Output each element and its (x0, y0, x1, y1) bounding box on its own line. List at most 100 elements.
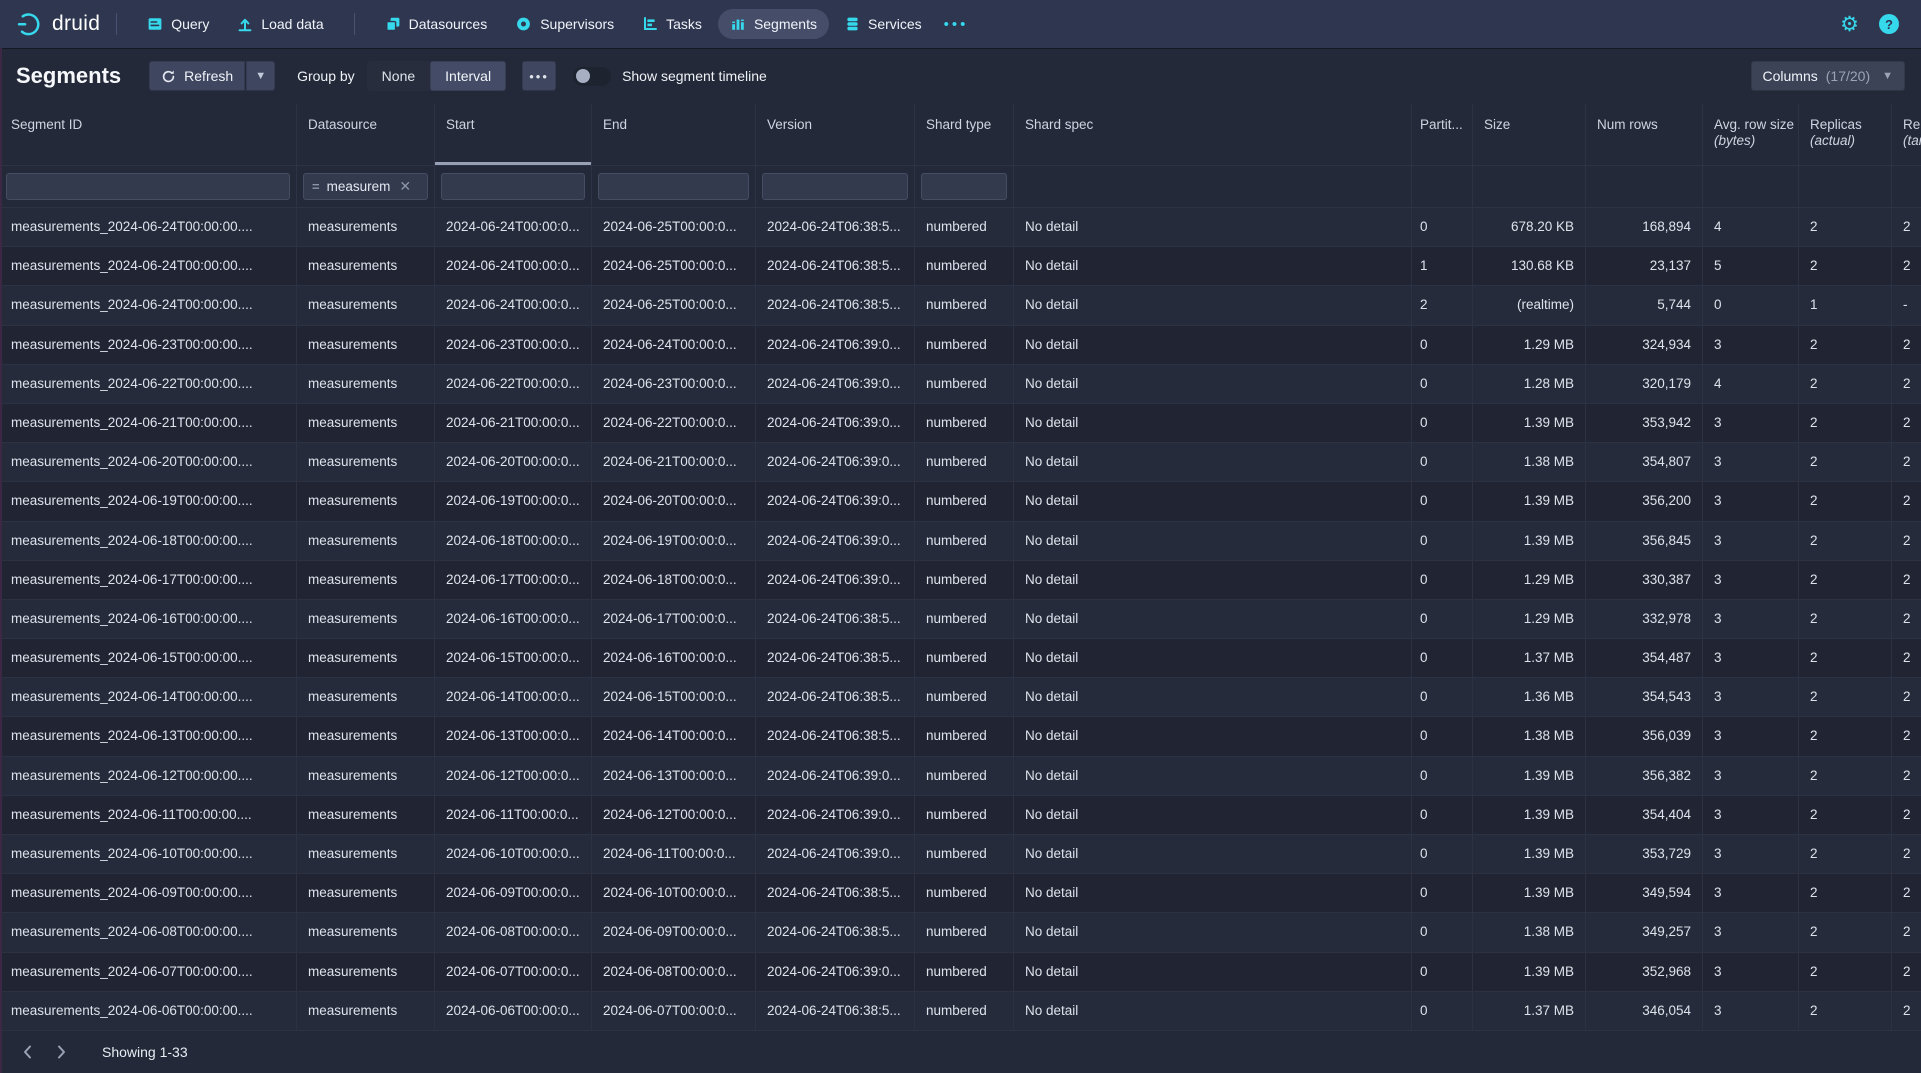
cell-version: 2024-06-24T06:38:5... (756, 913, 915, 952)
segments-table: Segment IDDatasourceStartEndVersionShard… (0, 104, 1921, 1031)
cell-avg_row_size: 3 (1703, 522, 1799, 561)
druid-brand[interactable]: druid (16, 11, 100, 38)
table-row[interactable]: measurements_2024-06-16T00:00:00....meas… (0, 600, 1921, 639)
group-by-interval-button[interactable]: Interval (430, 61, 506, 91)
filter-input-shard_type[interactable] (921, 173, 1007, 200)
column-header-start[interactable]: Start (435, 104, 592, 165)
cell-replicas: 2 (1799, 561, 1892, 600)
cell-shard_type: numbered (915, 482, 1014, 521)
cell-version: 2024-06-24T06:38:5... (756, 717, 915, 756)
cell-shard_type: numbered (915, 561, 1014, 600)
cell-num_rows: 346,054 (1586, 992, 1703, 1031)
nav-item-load-data[interactable]: Load data (225, 9, 335, 39)
cell-end: 2024-06-18T00:00:0... (592, 561, 756, 600)
table-row[interactable]: measurements_2024-06-08T00:00:00....meas… (0, 913, 1921, 952)
table-row[interactable]: measurements_2024-06-07T00:00:00....meas… (0, 953, 1921, 992)
next-page-button[interactable] (46, 1037, 76, 1067)
filter-input-version[interactable] (762, 173, 908, 200)
column-header-shard_spec[interactable]: Shard spec (1014, 104, 1412, 165)
column-header-num_rows[interactable]: Num rows (1586, 104, 1703, 165)
remove-filter-icon[interactable]: ✕ (399, 178, 411, 195)
table-row[interactable]: measurements_2024-06-24T00:00:00....meas… (0, 286, 1921, 325)
table-row[interactable]: measurements_2024-06-06T00:00:00....meas… (0, 992, 1921, 1031)
table-row[interactable]: measurements_2024-06-14T00:00:00....meas… (0, 678, 1921, 717)
filter-input-segment_id[interactable] (6, 173, 290, 200)
table-row[interactable]: measurements_2024-06-21T00:00:00....meas… (0, 404, 1921, 443)
nav-item-segments[interactable]: Segments (718, 9, 829, 39)
column-header-shard_type[interactable]: Shard type (915, 104, 1014, 165)
table-row[interactable]: measurements_2024-06-19T00:00:00....meas… (0, 482, 1921, 521)
cell-datasource: measurements (297, 874, 435, 913)
nav-item-supervisors[interactable]: Supervisors (503, 9, 626, 39)
column-header-segment_id[interactable]: Segment ID (0, 104, 297, 165)
cell-shard_type: numbered (915, 365, 1014, 404)
cell-start: 2024-06-14T00:00:0... (435, 678, 592, 717)
table-row[interactable]: measurements_2024-06-10T00:00:00....meas… (0, 835, 1921, 874)
cell-replicas: 2 (1799, 326, 1892, 365)
cell-avg_row_size: 3 (1703, 482, 1799, 521)
table-row[interactable]: measurements_2024-06-11T00:00:00....meas… (0, 796, 1921, 835)
cell-shard_spec: No detail (1014, 874, 1412, 913)
refresh-button[interactable]: Refresh (149, 61, 245, 91)
cell-end: 2024-06-14T00:00:0... (592, 717, 756, 756)
column-header-size[interactable]: Size (1473, 104, 1586, 165)
table-row[interactable]: measurements_2024-06-20T00:00:00....meas… (0, 443, 1921, 482)
table-row[interactable]: measurements_2024-06-12T00:00:00....meas… (0, 757, 1921, 796)
column-header-avg_row_size[interactable]: Avg. row size(bytes) (1703, 104, 1799, 165)
group-by-none-button[interactable]: None (367, 61, 430, 91)
filter-cell-partition (1412, 166, 1473, 207)
nav-more-menu[interactable]: ••• (936, 16, 977, 33)
cell-end: 2024-06-11T00:00:0... (592, 835, 756, 874)
cell-partition: 0 (1412, 208, 1473, 247)
cell-end: 2024-06-25T00:00:0... (592, 247, 756, 286)
cell-size: 1.28 MB (1473, 365, 1586, 404)
column-header-replicas[interactable]: Replicas(actual) (1799, 104, 1892, 165)
column-header-partition[interactable]: Partit... (1412, 104, 1473, 165)
cell-shard_type: numbered (915, 757, 1014, 796)
cell-num_rows: 330,387 (1586, 561, 1703, 600)
cell-segment_id: measurements_2024-06-17T00:00:00.... (0, 561, 297, 600)
segment-timeline-toggle[interactable] (573, 67, 611, 86)
table-row[interactable]: measurements_2024-06-18T00:00:00....meas… (0, 522, 1921, 561)
cell-segment_id: measurements_2024-06-14T00:00:00.... (0, 678, 297, 717)
refresh-interval-caret-button[interactable]: ▼ (246, 61, 275, 91)
nav-item-datasources[interactable]: Datasources (373, 9, 500, 39)
prev-page-button[interactable] (12, 1037, 42, 1067)
table-row[interactable]: measurements_2024-06-24T00:00:00....meas… (0, 208, 1921, 247)
filter-input-start[interactable] (441, 173, 585, 200)
cell-num_rows: 332,978 (1586, 600, 1703, 639)
column-header-end[interactable]: End (592, 104, 756, 165)
help-icon[interactable]: ? (1879, 14, 1899, 34)
columns-button[interactable]: Columns (17/20) ▼ (1751, 61, 1906, 91)
column-header-replication_factor[interactable]: Replication factor(target) (1892, 104, 1921, 165)
nav-item-label: Segments (754, 16, 817, 32)
more-options-button[interactable]: ••• (522, 61, 556, 91)
filter-input-datasource[interactable]: =measurem✕ (303, 173, 428, 200)
column-header-version[interactable]: Version (756, 104, 915, 165)
table-row[interactable]: measurements_2024-06-15T00:00:00....meas… (0, 639, 1921, 678)
cell-segment_id: measurements_2024-06-20T00:00:00.... (0, 443, 297, 482)
filter-input-end[interactable] (598, 173, 749, 200)
cell-replication_factor: 2 (1892, 561, 1921, 600)
nav-item-services[interactable]: Services (833, 9, 934, 39)
datasources-icon (385, 16, 401, 32)
nav-item-tasks[interactable]: Tasks (630, 9, 714, 39)
cell-partition: 0 (1412, 953, 1473, 992)
cell-start: 2024-06-09T00:00:0... (435, 874, 592, 913)
cell-version: 2024-06-24T06:39:0... (756, 522, 915, 561)
column-header-datasource[interactable]: Datasource (297, 104, 435, 165)
cell-shard_spec: No detail (1014, 482, 1412, 521)
table-row[interactable]: measurements_2024-06-09T00:00:00....meas… (0, 874, 1921, 913)
table-row[interactable]: measurements_2024-06-22T00:00:00....meas… (0, 365, 1921, 404)
table-row[interactable]: measurements_2024-06-23T00:00:00....meas… (0, 326, 1921, 365)
cell-shard_type: numbered (915, 717, 1014, 756)
settings-gear-icon[interactable]: ⚙ (1840, 14, 1859, 35)
cell-end: 2024-06-21T00:00:0... (592, 443, 756, 482)
filter-cell-num_rows (1586, 166, 1703, 207)
cell-replicas: 2 (1799, 482, 1892, 521)
table-row[interactable]: measurements_2024-06-17T00:00:00....meas… (0, 561, 1921, 600)
nav-item-query[interactable]: Query (135, 9, 221, 39)
table-row[interactable]: measurements_2024-06-24T00:00:00....meas… (0, 247, 1921, 286)
cell-start: 2024-06-22T00:00:0... (435, 365, 592, 404)
table-row[interactable]: measurements_2024-06-13T00:00:00....meas… (0, 717, 1921, 756)
